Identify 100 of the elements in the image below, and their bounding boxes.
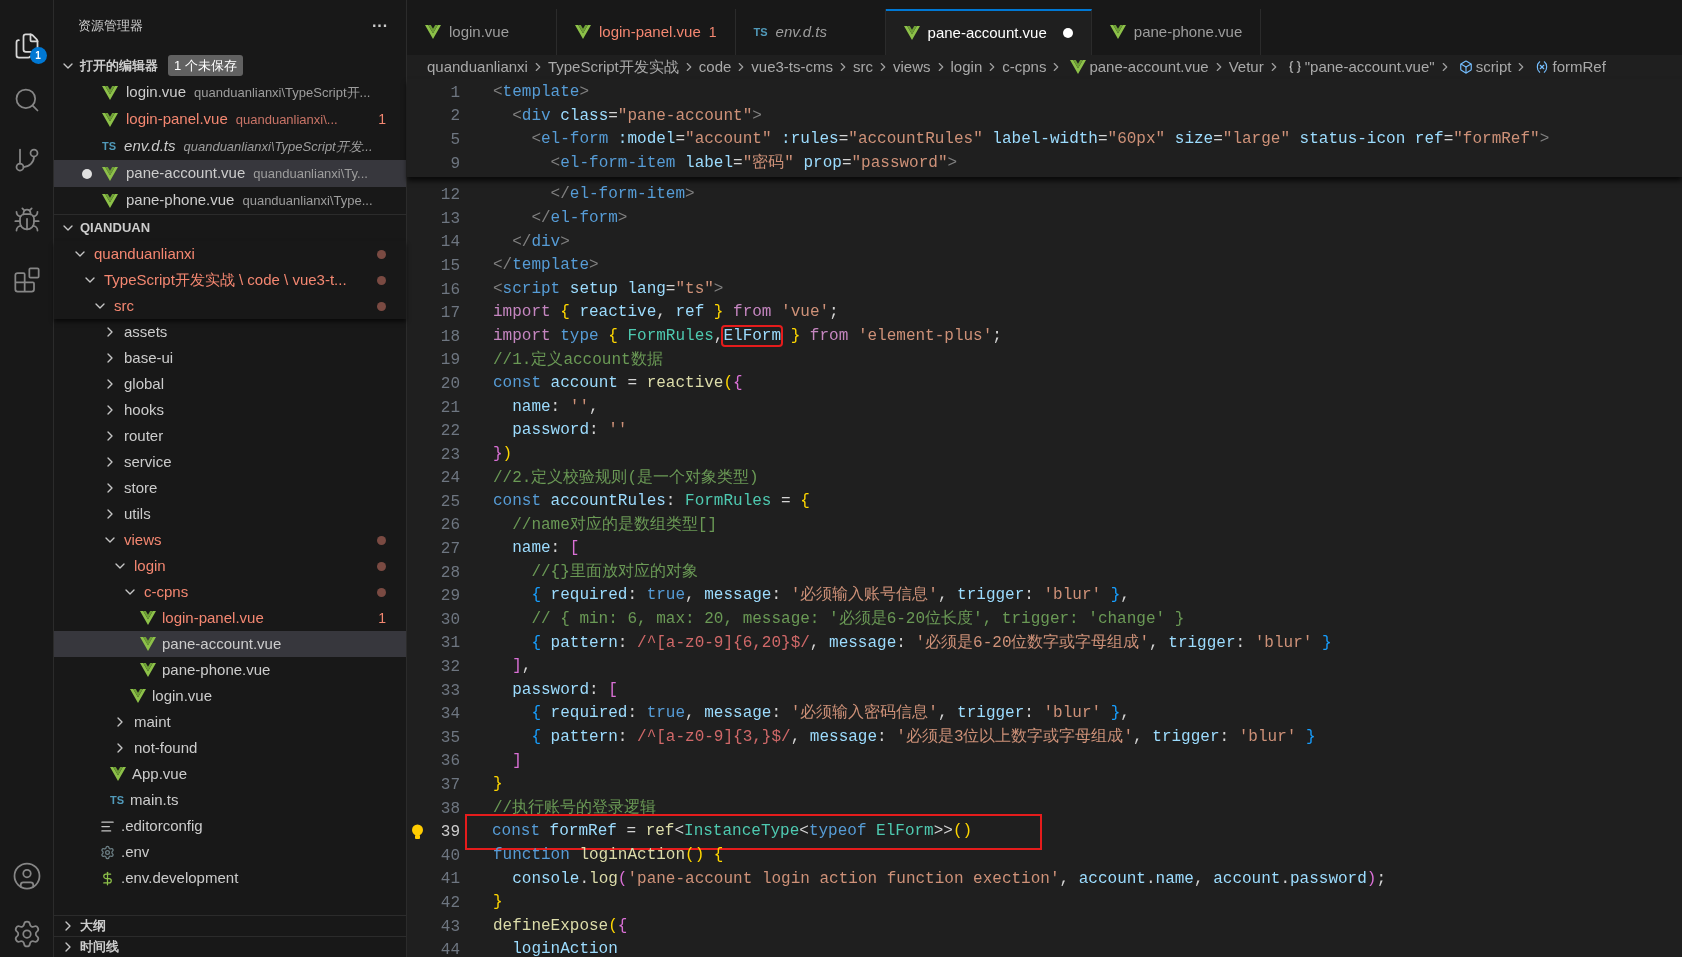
item-label: hooks bbox=[124, 399, 165, 420]
breadcrumb-item[interactable]: login bbox=[950, 55, 983, 79]
item-label: utils bbox=[124, 503, 151, 524]
item-label: service bbox=[124, 451, 172, 472]
line-number: 1 bbox=[449, 82, 460, 104]
braces-icon bbox=[1287, 60, 1302, 74]
breadcrumb-item[interactable]: src bbox=[853, 55, 873, 79]
breadcrumb-item[interactable]: c-cpns bbox=[1002, 55, 1047, 79]
line-number: 23 bbox=[439, 444, 460, 466]
item-label: maint bbox=[134, 711, 171, 732]
folder-item[interactable]: base-ui bbox=[54, 345, 406, 371]
code-line: const accountRules: FormRules = { bbox=[493, 491, 810, 513]
line-number: 38 bbox=[439, 798, 460, 820]
line-number: 42 bbox=[439, 893, 460, 914]
breadcrumb-item[interactable]: pane-account.vue bbox=[1089, 55, 1209, 79]
open-editor-item[interactable]: pane-phone.vue quanduanlianxi\Type... bbox=[54, 187, 406, 214]
breadcrumb-item[interactable]: "pane-account.vue" bbox=[1304, 55, 1435, 79]
folder-item[interactable]: router bbox=[54, 423, 406, 449]
lightbulb-icon[interactable] bbox=[411, 824, 424, 841]
line-number: 27 bbox=[439, 539, 460, 561]
breadcrumb-item[interactable]: formRef bbox=[1552, 55, 1606, 79]
section-title: 打开的编辑器 bbox=[80, 56, 158, 75]
file-item[interactable]: .editorconfig bbox=[54, 813, 406, 839]
open-editor-item[interactable]: TS env.d.ts quanduanlianxi\TypeScript开发... bbox=[54, 133, 406, 160]
panel-header[interactable]: 大纲 bbox=[54, 915, 406, 936]
code-line: name: '', bbox=[511, 396, 599, 418]
breadcrumb-item[interactable]: Vetur bbox=[1228, 55, 1264, 79]
section-title: QIANDUAN bbox=[80, 219, 151, 238]
line-number: 18 bbox=[439, 326, 460, 348]
vue-file-icon bbox=[102, 85, 118, 100]
vue-file-icon bbox=[140, 663, 156, 677]
breadcrumb-item[interactable]: views bbox=[893, 55, 931, 79]
file-name: pane-account.vue bbox=[126, 163, 246, 184]
file-item[interactable]: TS main.ts bbox=[54, 787, 406, 813]
item-label: main.ts bbox=[130, 789, 179, 810]
typescript-file-icon: TS bbox=[753, 26, 768, 38]
vue-file-icon bbox=[102, 112, 118, 127]
file-item[interactable]: .env bbox=[54, 839, 406, 865]
file-item[interactable]: login-panel.vue 1 bbox=[54, 605, 406, 631]
cube-icon bbox=[1458, 60, 1473, 74]
explorer-button[interactable]: 1 bbox=[6, 26, 47, 66]
line-number: 16 bbox=[439, 279, 460, 301]
folder-item[interactable]: src bbox=[54, 293, 406, 319]
folder-item[interactable]: global bbox=[54, 371, 406, 397]
editor-tab[interactable]: pane-account.vue bbox=[885, 9, 1092, 55]
more-actions-button[interactable]: ··· bbox=[372, 14, 388, 38]
folder-item[interactable]: utils bbox=[54, 501, 406, 527]
folder-item[interactable]: store bbox=[54, 475, 406, 501]
folder-item[interactable]: hooks bbox=[54, 397, 406, 423]
vue-file-icon bbox=[1109, 25, 1126, 39]
file-item[interactable]: login.vue bbox=[54, 683, 406, 709]
folder-item[interactable]: assets bbox=[54, 319, 406, 345]
folder-item[interactable]: maint bbox=[54, 709, 406, 735]
folder-item[interactable]: not-found bbox=[54, 735, 406, 761]
panel-header[interactable]: 时间线 bbox=[54, 936, 406, 957]
line-number: 21 bbox=[439, 397, 460, 419]
breadcrumb-item[interactable]: vue3-ts-cms bbox=[751, 55, 833, 79]
folder-item[interactable]: service bbox=[54, 449, 406, 475]
item-label: login.vue bbox=[152, 685, 213, 706]
breadcrumb-item[interactable]: code bbox=[698, 55, 732, 79]
extensions-icon[interactable] bbox=[12, 266, 41, 294]
code-line: //执行账号的登录逻辑 bbox=[493, 797, 657, 819]
item-label: not-found bbox=[134, 737, 198, 758]
sidebar-title: 资源管理器 bbox=[78, 17, 143, 36]
file-item[interactable]: pane-account.vue bbox=[54, 631, 406, 657]
code-line: password: '' bbox=[511, 420, 628, 442]
problem-count: 1 bbox=[378, 608, 386, 628]
file-item[interactable]: pane-phone.vue bbox=[54, 657, 406, 683]
code-line: <template> bbox=[493, 82, 590, 103]
breadcrumb-item[interactable]: script bbox=[1475, 55, 1512, 79]
bug-icon[interactable] bbox=[12, 206, 41, 234]
item-label: TypeScript开发实战 \ code \ vue3-t... bbox=[104, 269, 347, 290]
code-line: password: [ bbox=[511, 679, 618, 701]
item-label: pane-account.vue bbox=[162, 633, 282, 654]
folder-item[interactable]: c-cpns bbox=[54, 579, 406, 605]
workspace-header[interactable]: QIANDUAN bbox=[54, 214, 406, 241]
dollar-icon bbox=[100, 870, 115, 886]
code-line: function loginAction() { bbox=[493, 845, 724, 866]
open-editors-header[interactable]: 打开的编辑器 1 个未保存 bbox=[54, 52, 406, 79]
code-line: </el-form-item> bbox=[549, 184, 695, 206]
folder-item[interactable]: TypeScript开发实战 \ code \ vue3-t... bbox=[54, 267, 406, 293]
breadcrumb-item[interactable]: quanduanlianxi bbox=[427, 55, 528, 79]
breadcrumb-item[interactable]: TypeScript开发实战 bbox=[547, 55, 679, 79]
open-editor-item[interactable]: login-panel.vue quanduanlianxi\... 1 bbox=[54, 106, 406, 133]
folder-item[interactable]: views bbox=[54, 527, 406, 553]
folder-item[interactable]: login bbox=[54, 553, 406, 579]
item-label: src bbox=[114, 295, 134, 316]
code-line: import { reactive, ref } from 'vue'; bbox=[493, 302, 839, 324]
vue-file-icon bbox=[110, 767, 126, 781]
file-item[interactable]: App.vue bbox=[54, 761, 406, 787]
open-editor-item[interactable]: login.vue quanduanlianxi\TypeScript开... bbox=[54, 79, 406, 106]
open-editor-item[interactable]: pane-account.vue quanduanlianxi\Ty... bbox=[54, 160, 406, 187]
vue-file-icon bbox=[130, 689, 146, 703]
code-line: </el-form> bbox=[530, 207, 628, 229]
folder-item[interactable]: quanduanlianxi bbox=[54, 241, 406, 267]
item-label: login bbox=[134, 555, 166, 576]
account-icon[interactable] bbox=[11, 861, 42, 891]
file-path: quanduanlianxi\Ty... bbox=[253, 164, 368, 183]
file-item[interactable]: .env.development bbox=[54, 865, 406, 891]
code-line: const account = reactive({ bbox=[493, 373, 743, 395]
